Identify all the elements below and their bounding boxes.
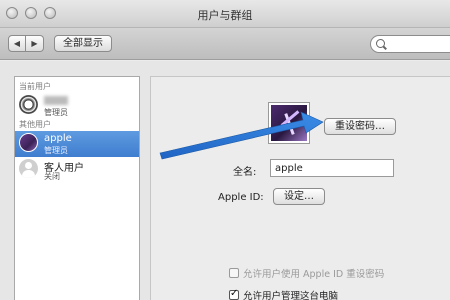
sidebar-item-apple[interactable]: apple 管理员: [15, 131, 139, 157]
purple-flower-avatar-icon: [19, 133, 38, 152]
user-detail-panel: 重设密码… 全名: apple Apple ID: 设定… 允许用户使用 App…: [150, 76, 450, 300]
user-role: 管理员: [44, 146, 68, 155]
nav-segment: ◀ ▶: [8, 35, 44, 52]
title-bar: 用户与群组: [0, 0, 450, 28]
sidebar-item-guest[interactable]: 客人用户 关闭: [15, 157, 139, 183]
current-user-header: 当前用户: [19, 82, 51, 91]
reset-password-button[interactable]: 重设密码…: [324, 118, 396, 135]
full-name-input[interactable]: apple: [270, 159, 394, 177]
forward-arrow-icon: ▶: [31, 39, 38, 48]
search-input[interactable]: [370, 35, 450, 53]
toolbar: ◀ ▶ 全部显示: [0, 28, 450, 60]
allow-appleid-reset-row: 允许用户使用 Apple ID 重设密码: [229, 266, 384, 280]
search-icon: [376, 39, 385, 48]
user-role: 管理员: [44, 108, 68, 117]
show-all-button[interactable]: 全部显示: [54, 35, 112, 52]
allow-appleid-reset-checkbox[interactable]: [229, 268, 239, 278]
users-sidebar: 当前用户 管理员 其他用户 apple 管理员 客人用户 关闭: [14, 76, 140, 300]
soccer-ball-icon: [19, 95, 38, 114]
guest-user-icon: [19, 159, 38, 178]
window-title: 用户与群组: [197, 9, 253, 22]
user-name: apple: [44, 133, 72, 144]
back-button[interactable]: ◀: [8, 35, 26, 52]
allow-admin-checkbox[interactable]: [229, 288, 239, 300]
set-apple-id-button[interactable]: 设定…: [273, 188, 325, 205]
full-name-label: 全名:: [233, 167, 257, 178]
allow-admin-label: 允许用户管理这台电脑: [243, 291, 339, 300]
allow-admin-row: 允许用户管理这台电脑: [229, 288, 338, 300]
sidebar-item-current-user[interactable]: 管理员: [15, 93, 139, 119]
user-role: 关闭: [44, 172, 60, 181]
allow-appleid-reset-label: 允许用户使用 Apple ID 重设密码: [243, 269, 385, 280]
back-arrow-icon: ◀: [13, 39, 21, 48]
apple-id-label: Apple ID:: [218, 192, 264, 203]
redacted-user-name: [44, 96, 68, 105]
other-users-header: 其他用户: [19, 120, 51, 129]
forward-button[interactable]: ▶: [26, 35, 44, 52]
user-picture[interactable]: [269, 103, 309, 143]
content-area: 当前用户 管理员 其他用户 apple 管理员 客人用户 关闭 重设密码… 全名…: [0, 61, 450, 300]
